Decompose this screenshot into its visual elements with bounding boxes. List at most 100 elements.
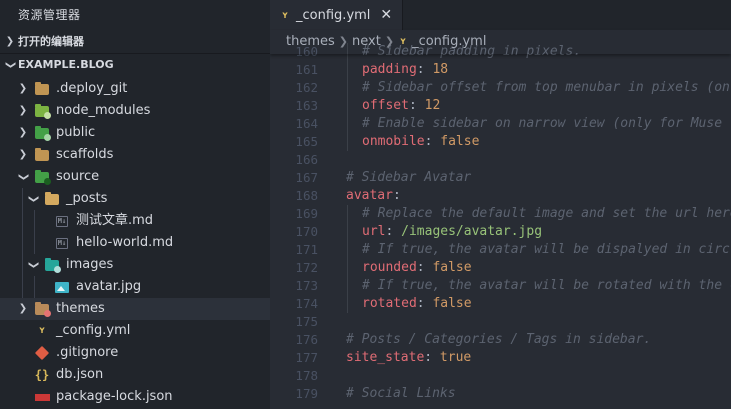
line-content: avatar: bbox=[318, 187, 401, 205]
json-icon: {} bbox=[34, 368, 50, 382]
value-token: /images/avatar.jpg bbox=[393, 224, 543, 239]
key-token: onmobile bbox=[362, 134, 425, 149]
line-content: # Posts / Categories / Tags in sidebar. bbox=[318, 331, 651, 349]
tree-item-deploy-git[interactable]: ❯ .deploy_git bbox=[0, 78, 270, 100]
chevron-right-icon: ❯ bbox=[18, 105, 28, 116]
code-line[interactable]: 164 # Enable sidebar on narrow view (only… bbox=[270, 115, 731, 133]
chevron-right-icon: ❯ bbox=[18, 149, 28, 160]
indent-guide bbox=[34, 232, 35, 254]
code-line[interactable]: 171 # If true, the avatar will be dispaly… bbox=[270, 241, 731, 259]
breadcrumb-item[interactable]: themes bbox=[286, 30, 335, 54]
code-line[interactable]: 175 bbox=[270, 313, 731, 331]
tree-item-images[interactable]: ❯ images bbox=[0, 254, 270, 276]
code-line[interactable]: 174 rotated: false bbox=[270, 295, 731, 313]
code-line[interactable]: 166 bbox=[270, 151, 731, 169]
source-folder-icon bbox=[34, 169, 51, 185]
code-line[interactable]: 172 rounded: false bbox=[270, 259, 731, 277]
chevron-right-icon: ❯ bbox=[5, 36, 15, 47]
line-content: # If true, the avatar will be rotated wi… bbox=[318, 277, 731, 295]
yaml-icon: ʏ bbox=[400, 36, 407, 47]
breadcrumb-item[interactable]: _config.yml bbox=[412, 30, 486, 54]
chevron-right-icon: ❯ bbox=[18, 127, 28, 138]
code-line[interactable]: 176 # Posts / Categories / Tags in sideba… bbox=[270, 331, 731, 349]
indent-guide bbox=[22, 210, 23, 232]
indent-guide bbox=[34, 210, 35, 232]
code-area[interactable]: 160 # Sidebar padding in pixels. 161 paddin… bbox=[270, 43, 731, 403]
line-number: 178 bbox=[295, 368, 318, 383]
value-token: true bbox=[432, 350, 472, 365]
comment-token: # If true, the avatar will be dispalyed … bbox=[362, 242, 730, 257]
indent-guide bbox=[22, 232, 23, 254]
markdown-icon: M↓ bbox=[55, 237, 69, 249]
folder-icon bbox=[34, 81, 50, 96]
chevron-down-icon: ❯ bbox=[18, 172, 29, 182]
tree-item-node-modules[interactable]: ❯ node_modules bbox=[0, 100, 270, 122]
tree-item-label: _config.yml bbox=[56, 323, 131, 338]
tree-item-avatar[interactable]: avatar.jpg bbox=[0, 276, 270, 298]
line-content: # Enable sidebar on narrow view (only fo… bbox=[318, 115, 731, 133]
key-token: rotated bbox=[362, 296, 417, 311]
tree-item-themes[interactable]: ❯ themes bbox=[0, 298, 270, 320]
code-line[interactable]: 173 # If true, the avatar will be rotated… bbox=[270, 277, 731, 295]
comment-token: # Posts / Categories / Tags in sidebar. bbox=[346, 332, 652, 347]
tree-item-package-lock[interactable]: package-lock.json bbox=[0, 386, 270, 408]
line-number: 165 bbox=[295, 134, 318, 149]
colon-token: : bbox=[408, 98, 417, 113]
line-content: # Replace the default image and set the … bbox=[318, 205, 731, 223]
explorer-sidebar: 资源管理器 ❯ 打开的编辑器 ❯ EXAMPLE.BLOG ❯ .deploy_… bbox=[0, 0, 270, 409]
project-label: EXAMPLE.BLOG bbox=[18, 58, 114, 71]
tree-item-source[interactable]: ❯ source bbox=[0, 166, 270, 188]
breadcrumb-item[interactable]: next bbox=[352, 30, 381, 54]
comment-token: # Social Links bbox=[346, 386, 456, 401]
code-line[interactable]: 177 site_state: true bbox=[270, 349, 731, 367]
tree-item-label: themes bbox=[56, 301, 105, 316]
chevron-right-icon: ❯ bbox=[338, 35, 348, 48]
tree-item-test-article[interactable]: M↓ 测试文章.md bbox=[0, 210, 270, 232]
value-token: 18 bbox=[424, 62, 449, 77]
chevron-right-icon: ❯ bbox=[384, 35, 395, 48]
folder-icon bbox=[34, 147, 50, 162]
breadcrumb: themes ❯ next ❯ ʏ _config.yml bbox=[270, 30, 731, 54]
comment-token: # Replace the default image and set the … bbox=[362, 206, 731, 221]
code-line[interactable]: 161 padding: 18 bbox=[270, 61, 731, 79]
code-line[interactable]: 169 # Replace the default image and set t… bbox=[270, 205, 731, 223]
comment-token: # Sidebar Avatar bbox=[346, 170, 472, 185]
close-icon[interactable]: ✕ bbox=[380, 7, 392, 23]
code-line[interactable]: 170 url: /images/avatar.jpg bbox=[270, 223, 731, 241]
line-number: 164 bbox=[295, 116, 318, 131]
line-number: 179 bbox=[295, 386, 318, 401]
code-line[interactable]: 168 avatar: bbox=[270, 187, 731, 205]
tree-item-scaffolds[interactable]: ❯ scaffolds bbox=[0, 144, 270, 166]
line-number: 176 bbox=[295, 332, 318, 347]
tree-item-gitignore[interactable]: .gitignore bbox=[0, 342, 270, 364]
tree-item-public[interactable]: ❯ public bbox=[0, 122, 270, 144]
key-token: site_state bbox=[346, 350, 425, 365]
tree-item-label: scaffolds bbox=[56, 147, 114, 162]
file-tree: ❯ .deploy_git ❯ node_modules ❯ public ❯ … bbox=[0, 78, 270, 408]
tree-item-hello-world[interactable]: M↓ hello-world.md bbox=[0, 232, 270, 254]
tree-item-label: source bbox=[56, 169, 100, 184]
tree-item-label: hello-world.md bbox=[76, 235, 174, 250]
value-token: false bbox=[424, 260, 472, 275]
code-line[interactable]: 178 bbox=[270, 367, 731, 385]
tree-item-config-yml[interactable]: ʏ _config.yml bbox=[0, 320, 270, 342]
line-number: 175 bbox=[295, 314, 318, 329]
code-line[interactable]: 162 # Sidebar offset from top menubar in … bbox=[270, 79, 731, 97]
explorer-title: 资源管理器 bbox=[18, 8, 81, 22]
key-token: rounded bbox=[362, 260, 417, 275]
open-editors-section[interactable]: ❯ 打开的编辑器 bbox=[0, 31, 270, 54]
tree-item-label: .gitignore bbox=[56, 345, 119, 360]
code-line[interactable]: 167 # Sidebar Avatar bbox=[270, 169, 731, 187]
value-token: false bbox=[424, 296, 472, 311]
indent-guide bbox=[34, 276, 35, 298]
tree-item-db-json[interactable]: {} db.json bbox=[0, 364, 270, 386]
code-line[interactable]: 163 offset: 12 bbox=[270, 97, 731, 115]
git-icon bbox=[34, 345, 50, 361]
project-section[interactable]: ❯ EXAMPLE.BLOG bbox=[0, 54, 270, 76]
colon-token: : bbox=[392, 188, 401, 203]
code-line[interactable]: 165 onmobile: false bbox=[270, 133, 731, 151]
line-number: 168 bbox=[295, 188, 318, 203]
tree-item-posts[interactable]: ❯ _posts bbox=[0, 188, 270, 210]
tab-config-yml[interactable]: ʏ _config.yml ✕ bbox=[270, 0, 404, 30]
code-line[interactable]: 179 # Social Links bbox=[270, 385, 731, 403]
